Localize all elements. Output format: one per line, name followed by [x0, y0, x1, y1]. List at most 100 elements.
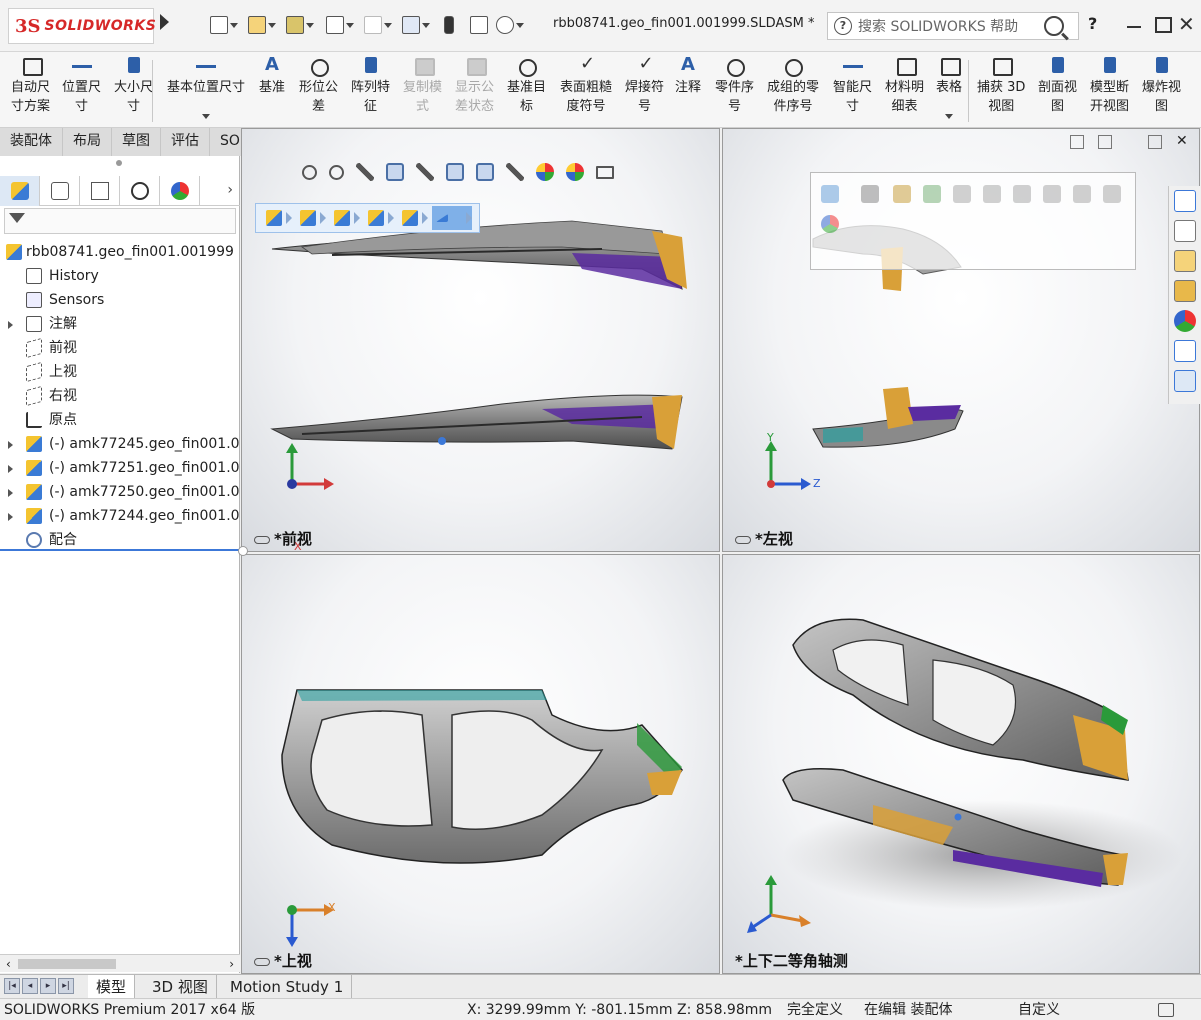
tree-item[interactable]: (-) amk77251.geo_fin001.0: [0, 456, 240, 480]
show-hidden-icon[interactable]: [983, 185, 1001, 203]
tree-item[interactable]: (-) amk77250.geo_fin001.0: [0, 480, 240, 504]
chevron-right-icon[interactable]: [8, 489, 13, 497]
breadcrumb-item[interactable]: [364, 206, 394, 230]
geometric-tolerance-button[interactable]: 形位公 差: [299, 56, 338, 116]
breadcrumb-item[interactable]: [330, 206, 360, 230]
tree-item[interactable]: (-) amk77244.geo_fin001.0: [0, 504, 240, 528]
appearance-icon[interactable]: [821, 215, 839, 233]
viewport-restore-icon[interactable]: [1070, 135, 1084, 149]
last-tab-icon[interactable]: ▸|: [58, 978, 74, 994]
zoom-to-fit-icon[interactable]: [302, 164, 317, 180]
viewport-isometric[interactable]: *上下二等角轴测: [722, 554, 1200, 974]
solidworks-logo[interactable]: 3S SOLIDWORKS: [8, 8, 156, 44]
maximize-button[interactable]: [1152, 14, 1172, 34]
save-button[interactable]: [286, 14, 324, 36]
datum-button[interactable]: 基准: [259, 55, 285, 97]
view-orientation-icon[interactable]: [446, 163, 464, 181]
surface-finish-button[interactable]: 表面粗糙 度符号: [560, 54, 612, 116]
home-icon[interactable]: [1174, 190, 1196, 212]
bill-of-materials-icon[interactable]: [1103, 185, 1121, 203]
next-tab-icon[interactable]: ▸: [40, 978, 56, 994]
copy-scheme-button[interactable]: 复制模 式: [403, 56, 442, 116]
weld-symbol-button[interactable]: 焊接符 号: [625, 54, 664, 116]
tab-2[interactable]: 草图: [112, 128, 161, 156]
breadcrumb-item[interactable]: [262, 206, 292, 230]
status-tooltip-icon[interactable]: [1158, 1003, 1174, 1017]
close-button[interactable]: ✕: [1178, 14, 1198, 34]
panel-grip-icon[interactable]: [116, 160, 122, 166]
linear-pattern-icon[interactable]: [893, 185, 911, 203]
breadcrumb-item[interactable]: [398, 206, 428, 230]
chevron-right-icon[interactable]: [8, 513, 13, 521]
size-dimension-button[interactable]: 大小尺 寸: [114, 56, 153, 116]
feature-manager-tab[interactable]: [0, 176, 40, 206]
file-properties-button[interactable]: [470, 14, 490, 36]
show-tolerance-status-button[interactable]: 显示公 差状态: [455, 56, 494, 116]
tree-item[interactable]: 前视: [0, 336, 240, 360]
apply-scene-icon[interactable]: [566, 163, 584, 181]
model-break-view-button[interactable]: 模型断 开视图: [1090, 56, 1129, 116]
chevron-right-icon[interactable]: [8, 441, 13, 449]
panel-resize-handle[interactable]: [238, 546, 248, 556]
tree-item[interactable]: 注解: [0, 312, 240, 336]
pattern-feature-button[interactable]: 阵列特 征: [351, 56, 390, 116]
tree-filter[interactable]: [4, 208, 236, 234]
hide-show-items-icon[interactable]: [506, 163, 524, 181]
tree-item[interactable]: (-) amk77245.geo_fin001.0: [0, 432, 240, 456]
select-button[interactable]: [402, 14, 440, 36]
tree-horizontal-scrollbar[interactable]: ‹ ›: [0, 954, 240, 972]
options-button[interactable]: [496, 14, 534, 36]
bottom-tab-2[interactable]: Motion Study 1: [222, 975, 353, 999]
scroll-thumb[interactable]: [18, 959, 116, 969]
breadcrumb-item[interactable]: [296, 206, 326, 230]
location-dimension-button[interactable]: 位置尺 寸: [62, 56, 101, 116]
custom-properties-icon[interactable]: [1174, 340, 1196, 362]
stacked-balloon-button[interactable]: 成组的零 件序号: [767, 56, 819, 116]
insert-component-icon[interactable]: [821, 185, 839, 203]
move-component-icon[interactable]: [953, 185, 971, 203]
rebuild-button[interactable]: [444, 14, 456, 36]
table-button[interactable]: 表格: [936, 56, 962, 97]
tab-3[interactable]: 评估: [161, 128, 210, 156]
chevron-down-icon[interactable]: [945, 114, 953, 119]
open-button[interactable]: [248, 14, 286, 36]
tree-item[interactable]: 原点: [0, 408, 240, 432]
chevron-right-icon[interactable]: [8, 321, 13, 329]
viewport-close-icon[interactable]: ✕: [1176, 134, 1190, 149]
chevron-right-icon[interactable]: [8, 465, 13, 473]
note-button[interactable]: 注释: [675, 55, 701, 97]
reference-geometry-icon[interactable]: [1043, 185, 1061, 203]
viewport-front[interactable]: X *前视: [241, 128, 720, 552]
undo-button[interactable]: [364, 14, 402, 36]
tree-item[interactable]: 右视: [0, 384, 240, 408]
display-manager-tab[interactable]: [160, 176, 200, 206]
exploded-view-button[interactable]: 爆炸视 图: [1142, 56, 1181, 116]
status-units[interactable]: 自定义: [1018, 999, 1060, 1020]
balloon-button[interactable]: 零件序 号: [715, 56, 754, 116]
new-document-button[interactable]: [210, 14, 248, 36]
datum-target-button[interactable]: 基准目 标: [507, 56, 546, 116]
prev-tab-icon[interactable]: ◂: [22, 978, 38, 994]
bottom-tab-0[interactable]: 模型: [88, 975, 136, 999]
chevron-down-icon[interactable]: [202, 114, 210, 119]
edit-appearance-icon[interactable]: [536, 163, 554, 181]
help-search-input[interactable]: ? 搜索 SOLIDWORKS 帮助: [827, 12, 1079, 40]
rollback-bar[interactable]: [0, 549, 240, 551]
chevron-right-icon[interactable]: ›: [227, 182, 233, 198]
viewport-maximize-icon[interactable]: [1148, 135, 1162, 149]
viewport-tile-icon[interactable]: [1098, 135, 1112, 149]
zoom-to-area-icon[interactable]: [329, 164, 344, 180]
auto-dimension-button[interactable]: 自动尺 寸方案: [11, 56, 50, 116]
section-view-button[interactable]: 剖面视 图: [1038, 56, 1077, 116]
configuration-manager-tab[interactable]: [80, 176, 120, 206]
property-manager-tab[interactable]: [40, 176, 80, 206]
tree-item[interactable]: Sensors: [0, 288, 240, 312]
previous-view-icon[interactable]: [356, 163, 374, 181]
smart-dimension-button[interactable]: 智能尺 寸: [833, 56, 872, 116]
search-icon[interactable]: [1044, 16, 1064, 36]
smart-fasteners-icon[interactable]: [923, 185, 941, 203]
view-palette-icon[interactable]: [1174, 280, 1196, 302]
minimize-button[interactable]: [1124, 14, 1144, 34]
bom-button[interactable]: 材料明 细表: [885, 56, 924, 116]
bottom-tab-1[interactable]: 3D 视图: [144, 975, 217, 999]
